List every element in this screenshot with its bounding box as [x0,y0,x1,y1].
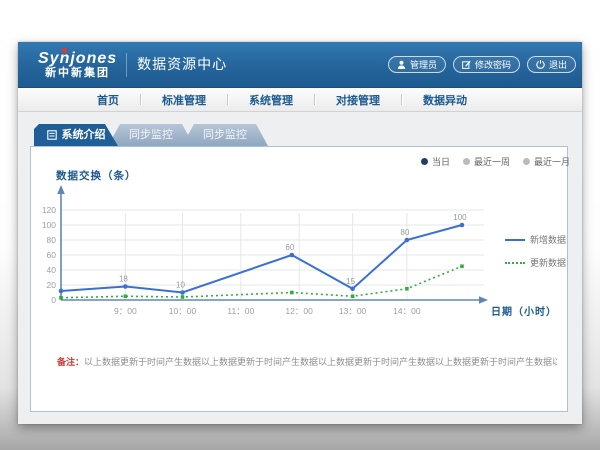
legend-item-new-data: 新增数据 [505,233,566,246]
nav-item-home[interactable]: 首页 [76,92,140,108]
svg-text:80: 80 [47,235,57,245]
user-name-label: 管理员 [410,58,437,71]
radio-today-label: 当日 [432,155,450,168]
nav-item-integration-mgmt[interactable]: 对接管理 [315,92,401,108]
user-menu-button[interactable]: 管理员 [388,56,446,73]
power-icon [536,60,545,69]
content-area: 系统介绍 同步监控 同步监控 当日 最近一周 最近一月 数据交 [18,112,582,424]
document-icon [47,130,57,140]
svg-text:40: 40 [47,265,57,275]
tab-system-intro[interactable]: 系统介绍 [34,124,118,146]
svg-text:10：00: 10：00 [169,306,197,316]
svg-text:日期（小时）: 日期（小时） [491,305,557,318]
page: { "window": { "logo": { "brand": "Synjon… [0,0,600,450]
tab-sync-monitor-1[interactable]: 同步监控 [108,124,194,146]
legend-new-data-label: 新增数据 [530,233,566,246]
brand-name: Synjones [38,50,117,67]
svg-text:100: 100 [453,213,467,222]
svg-text:15: 15 [346,277,355,286]
svg-text:12：00: 12：00 [285,306,313,316]
nav-item-data-change[interactable]: 数据异动 [402,92,488,108]
user-toolbar: 管理员 修改密码 退出 [388,56,576,73]
edit-icon [462,60,471,69]
radio-last-month-label: 最近一月 [534,155,570,168]
nav-item-standard-mgmt[interactable]: 标准管理 [141,92,227,108]
radio-today[interactable]: 当日 [421,155,450,168]
svg-text:100: 100 [42,220,56,230]
change-password-button[interactable]: 修改密码 [453,56,520,73]
svg-text:60: 60 [47,250,57,260]
svg-text:13：00: 13：00 [339,306,367,316]
footnote: 备注：以上数据更新于时间产生数据以上数据更新于时间产生数据以上数据更新于时间产生… [57,355,557,368]
chart-panel: 当日 最近一周 最近一月 数据交换（条） 0 20 40 60 80 100 120 9：00… [30,146,568,412]
brand-name-text: Synjones [38,50,117,67]
legend-item-updated-data: 更新数据 [505,256,566,269]
tab-sync-monitor-2[interactable]: 同步监控 [182,124,268,146]
logout-button[interactable]: 退出 [527,56,576,73]
svg-text:0: 0 [51,295,56,305]
tab-bar: 系统介绍 同步监控 同步监控 [34,124,268,146]
header-divider [126,53,127,77]
brand-logo: Synjones 新中新集团 [38,50,117,80]
time-range-filter: 当日 最近一周 最近一月 [421,155,570,168]
svg-text:9：00: 9：00 [114,306,137,316]
app-header: Synjones 新中新集团 数据资源中心 管理员 修改密码 [18,42,582,88]
tab-system-intro-label: 系统介绍 [62,124,106,146]
footnote-label: 备注： [57,357,84,367]
green-line-sample-icon [505,262,525,264]
svg-text:120: 120 [42,205,56,215]
chart-svg: 0 20 40 60 80 100 120 9：00 10：00 11：00 12：00 13：00 1… [39,183,567,341]
blue-line-sample-icon [505,239,525,241]
svg-text:14：00: 14：00 [393,306,421,316]
svg-text:10: 10 [176,281,185,290]
radio-last-month[interactable]: 最近一月 [523,155,570,168]
logout-label: 退出 [549,58,567,71]
main-nav: 首页 标准管理 系统管理 对接管理 数据异动 [18,88,582,112]
radio-last-week[interactable]: 最近一周 [463,155,510,168]
app-window: Synjones 新中新集团 数据资源中心 管理员 修改密码 [18,42,582,424]
user-icon [397,60,406,69]
y-axis-title: 数据交换（条） [56,168,137,183]
svg-text:60: 60 [285,243,294,252]
nav-item-system-mgmt[interactable]: 系统管理 [228,92,314,108]
chart-legend: 新增数据 更新数据 [505,233,566,269]
svg-text:11：00: 11：00 [227,306,254,316]
svg-text:18: 18 [119,275,128,284]
page-title: 数据资源中心 [137,54,227,76]
brand-company: 新中新集团 [38,67,117,80]
radio-unselected-icon [463,158,470,165]
radio-selected-icon [421,158,428,165]
svg-text:80: 80 [400,228,409,237]
legend-updated-data-label: 更新数据 [530,256,566,269]
svg-text:20: 20 [47,280,57,290]
radio-last-week-label: 最近一周 [474,155,510,168]
footnote-text: 以上数据更新于时间产生数据以上数据更新于时间产生数据以上数据更新于时间产生数据以… [84,357,557,367]
change-password-label: 修改密码 [475,58,511,71]
radio-unselected-icon [523,158,530,165]
